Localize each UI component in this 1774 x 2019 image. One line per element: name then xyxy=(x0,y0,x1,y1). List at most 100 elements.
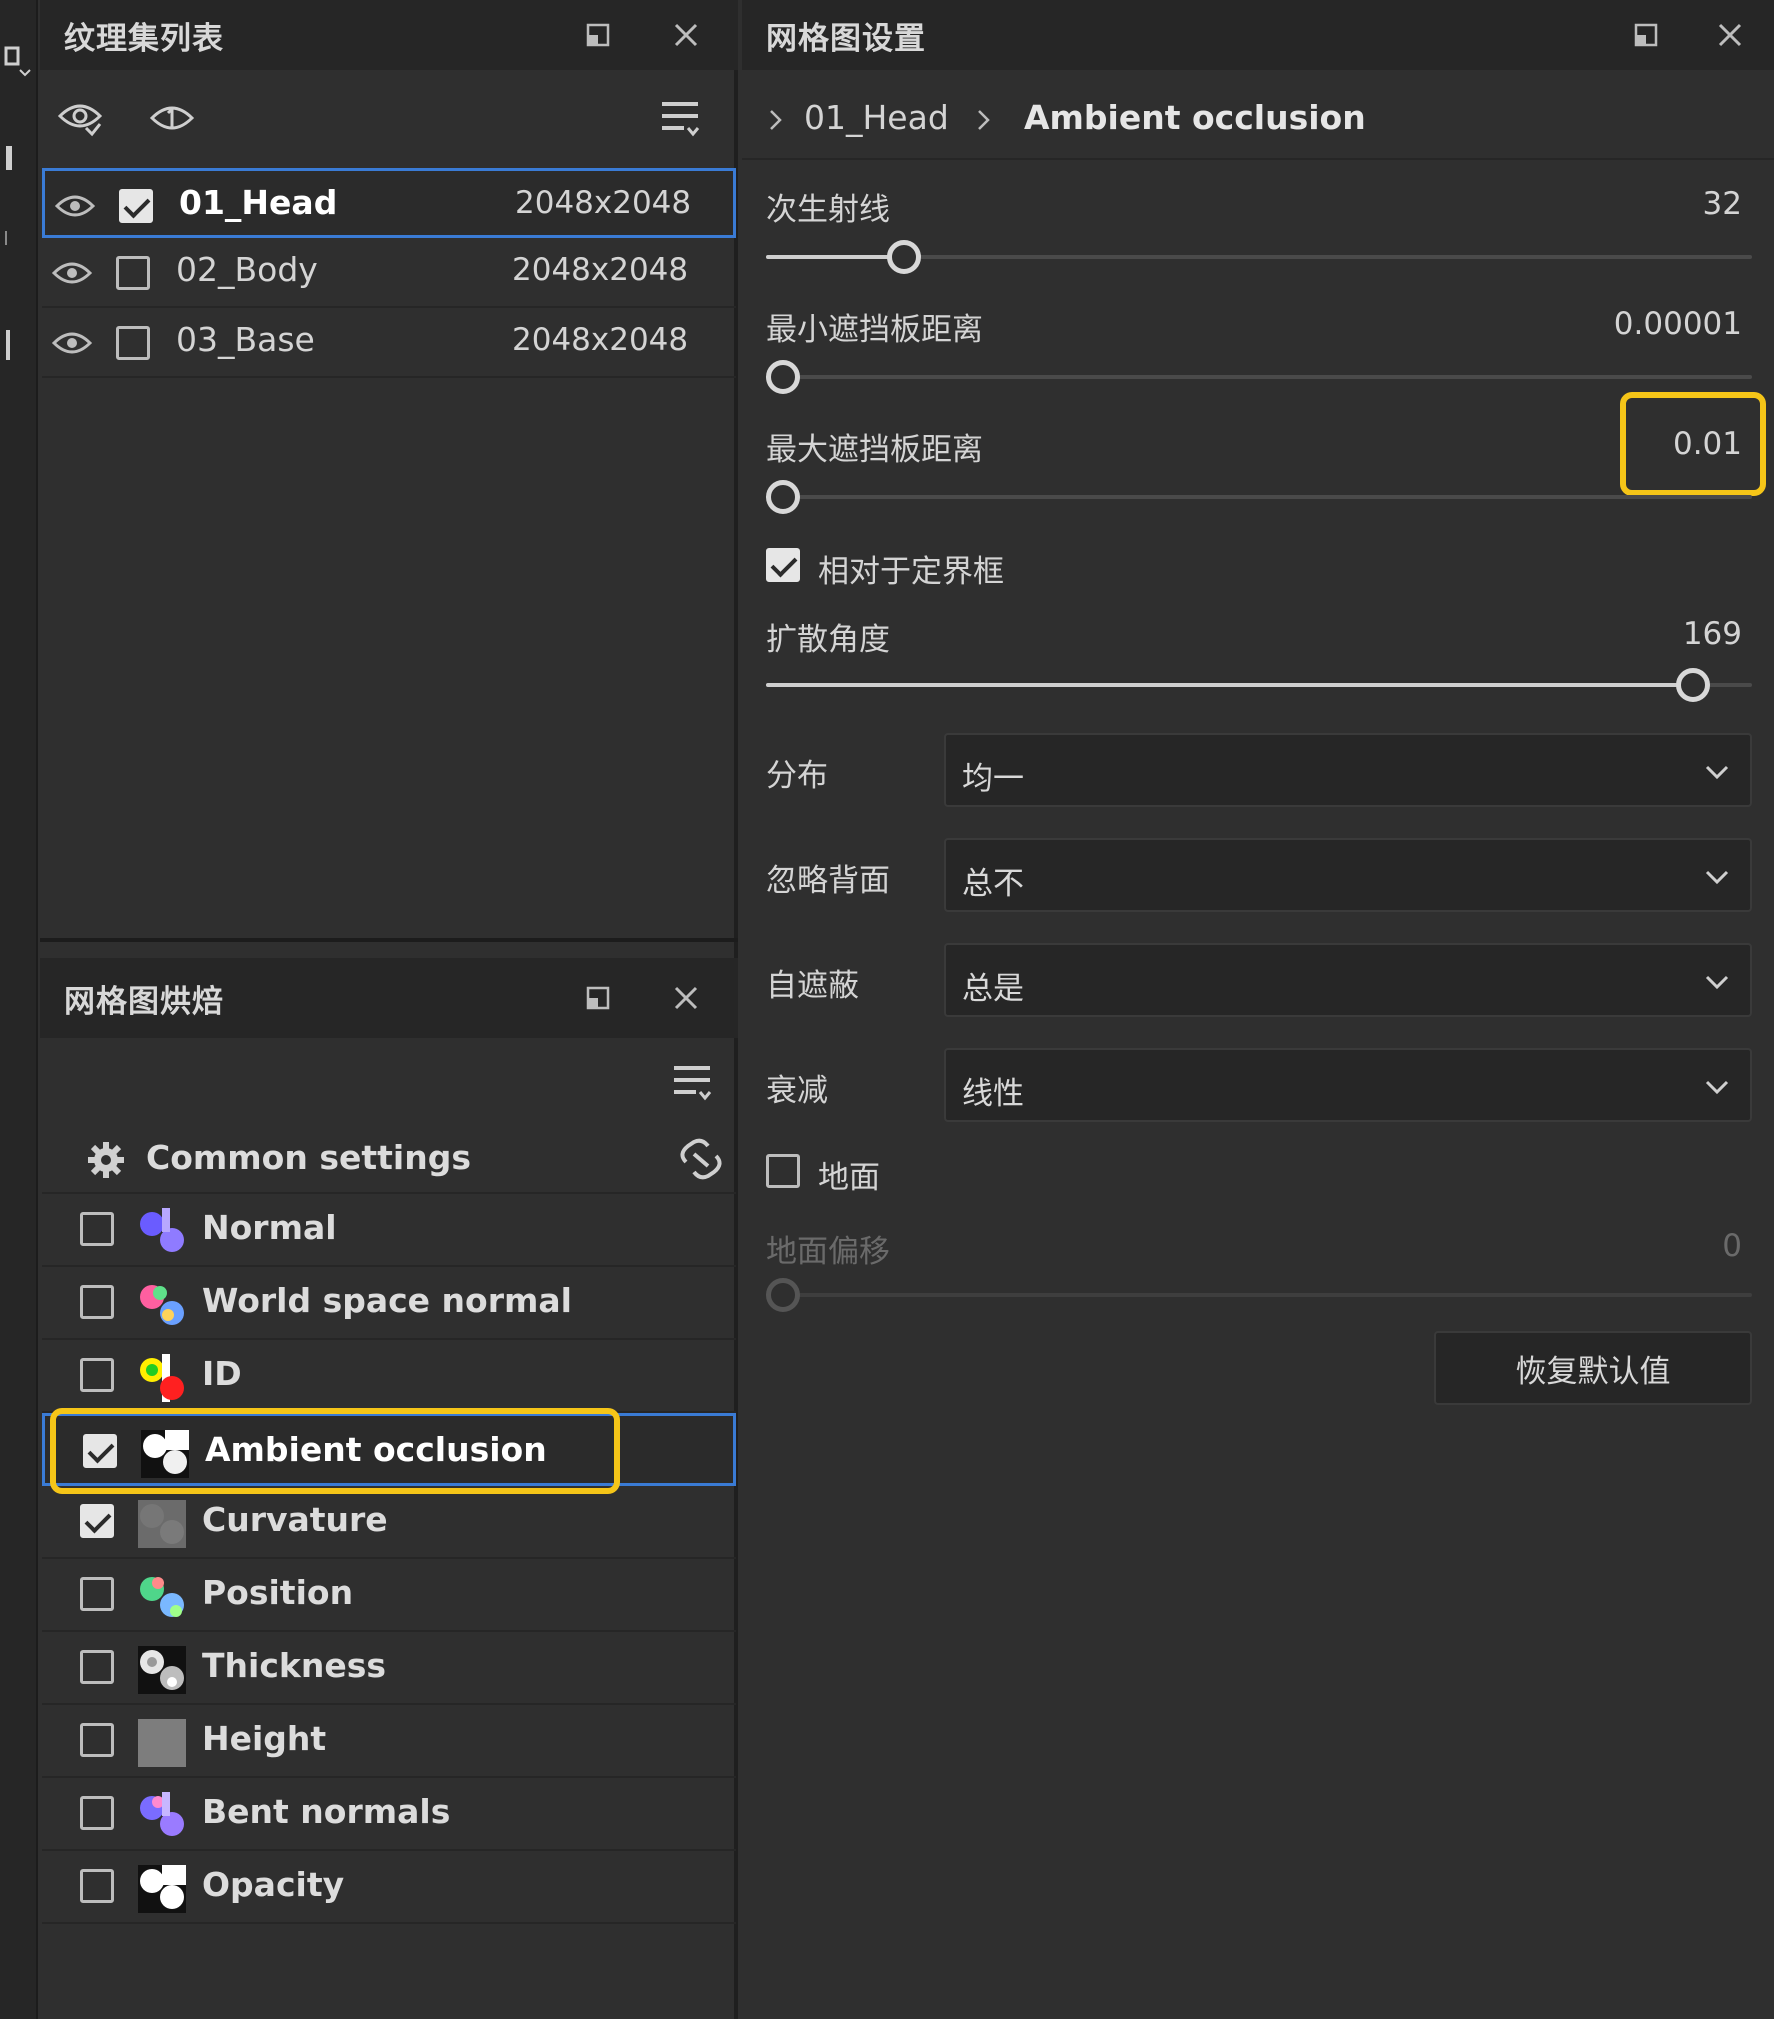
secondary-rays-value[interactable]: 32 xyxy=(1703,186,1742,222)
slider-track xyxy=(766,495,1752,499)
texture-set-checkbox[interactable] xyxy=(116,256,150,290)
chevron-down-icon xyxy=(1702,757,1732,787)
bake-map-list: Normal World space normal ID Ambient occ… xyxy=(42,1194,736,1924)
ground-offset-slider xyxy=(766,1278,1752,1312)
breadcrumb-item[interactable]: 01_Head xyxy=(804,98,949,137)
visibility-toggle-icon[interactable] xyxy=(56,94,106,142)
spread-angle-slider[interactable] xyxy=(766,668,1752,702)
bake-map-checkbox[interactable] xyxy=(80,1504,114,1538)
min-occluder-label: 最小遮挡板距离 xyxy=(766,312,983,348)
self-occlusion-label: 自遮蔽 xyxy=(766,968,859,1004)
slider-handle[interactable] xyxy=(887,240,922,274)
self-occlusion-value: 总是 xyxy=(962,971,1024,1007)
curvature-icon xyxy=(138,1500,186,1548)
texture-set-row[interactable]: 02_Body 2048x2048 xyxy=(42,238,736,308)
common-settings-row[interactable]: Common settings xyxy=(42,1124,736,1194)
texture-set-resolution: 2048x2048 xyxy=(512,322,689,358)
solo-icon[interactable] xyxy=(148,94,198,142)
breadcrumb-item[interactable]: Ambient occlusion xyxy=(1024,98,1366,137)
ignore-backface-dropdown[interactable]: 总不 xyxy=(944,838,1752,912)
tool-icon[interactable] xyxy=(4,328,32,362)
texture-set-name: 01_Head xyxy=(179,183,338,222)
list-menu-icon[interactable] xyxy=(668,1058,716,1106)
slider-handle[interactable] xyxy=(766,360,800,394)
tool-icon[interactable] xyxy=(4,140,32,176)
bake-map-row[interactable]: Thickness xyxy=(42,1632,736,1705)
bake-map-label: Thickness xyxy=(202,1646,386,1685)
list-menu-icon[interactable] xyxy=(656,94,706,142)
texture-set-row[interactable]: 01_Head 2048x2048 xyxy=(42,168,736,238)
bake-map-row[interactable]: Opacity xyxy=(42,1851,736,1924)
chevron-right-icon xyxy=(766,104,786,134)
highlight-box xyxy=(50,1408,620,1494)
ground-offset-label: 地面偏移 xyxy=(766,1234,890,1270)
max-occluder-slider[interactable] xyxy=(766,480,1752,514)
bake-map-row[interactable]: Normal xyxy=(42,1194,736,1267)
ground-label: 地面 xyxy=(818,1160,880,1196)
texture-set-row[interactable]: 03_Base 2048x2048 xyxy=(42,308,736,378)
common-settings-label: Common settings xyxy=(146,1138,471,1177)
reset-defaults-button[interactable]: 恢复默认值 xyxy=(1434,1331,1752,1405)
slider-handle[interactable] xyxy=(1675,668,1710,702)
eye-icon[interactable] xyxy=(54,188,96,224)
bake-map-checkbox[interactable] xyxy=(80,1358,114,1392)
left-tool-strip xyxy=(0,0,38,2019)
settings-title: 网格图设置 xyxy=(766,20,926,57)
bake-map-row[interactable]: Position xyxy=(42,1559,736,1632)
relative-to-bbox-label: 相对于定界框 xyxy=(818,554,1004,590)
bake-map-row[interactable]: ID xyxy=(42,1340,736,1413)
bake-map-checkbox[interactable] xyxy=(80,1212,114,1246)
world-space-normal-icon xyxy=(138,1281,186,1329)
undock-icon[interactable] xyxy=(1628,17,1664,53)
slider-track xyxy=(766,375,1752,379)
bake-map-label: Normal xyxy=(202,1208,337,1247)
close-icon[interactable] xyxy=(668,980,704,1016)
min-occluder-slider[interactable] xyxy=(766,360,1752,394)
texture-set-checkbox[interactable] xyxy=(119,189,153,223)
slider-fill xyxy=(766,255,905,259)
texture-set-resolution: 2048x2048 xyxy=(515,185,692,221)
position-icon xyxy=(138,1573,186,1621)
self-occlusion-dropdown[interactable]: 总是 xyxy=(944,943,1752,1017)
attenuation-value: 线性 xyxy=(962,1076,1024,1112)
undock-icon[interactable] xyxy=(580,17,616,53)
chevron-down-icon xyxy=(1702,967,1732,997)
spread-angle-value[interactable]: 169 xyxy=(1683,616,1742,652)
texture-set-checkbox[interactable] xyxy=(116,326,150,360)
bent-normals-icon xyxy=(138,1792,186,1840)
undock-icon[interactable] xyxy=(580,980,616,1016)
slider-track xyxy=(766,1293,1752,1297)
ignore-backface-value: 总不 xyxy=(962,866,1024,902)
chevron-down-icon xyxy=(1702,1072,1732,1102)
bake-map-row[interactable]: Bent normals xyxy=(42,1778,736,1851)
bake-map-checkbox[interactable] xyxy=(80,1723,114,1757)
bake-map-checkbox[interactable] xyxy=(80,1869,114,1903)
attenuation-dropdown[interactable]: 线性 xyxy=(944,1048,1752,1122)
secondary-rays-label: 次生射线 xyxy=(766,192,890,228)
height-icon xyxy=(138,1719,186,1767)
slider-handle[interactable] xyxy=(766,480,800,514)
min-occluder-value[interactable]: 0.00001 xyxy=(1614,306,1742,342)
relative-to-bbox-checkbox[interactable] xyxy=(766,548,800,582)
bake-map-checkbox[interactable] xyxy=(80,1577,114,1611)
close-icon[interactable] xyxy=(668,17,704,53)
close-icon[interactable] xyxy=(1712,17,1748,53)
bake-map-row[interactable]: Height xyxy=(42,1705,736,1778)
app-root: 纹理集列表 01_Head 2048x2048 02_Body 2048x204… xyxy=(0,0,1774,2019)
secondary-rays-slider[interactable] xyxy=(766,240,1752,274)
attenuation-label: 衰减 xyxy=(766,1073,828,1109)
bake-map-checkbox[interactable] xyxy=(80,1796,114,1830)
bake-map-row[interactable]: World space normal xyxy=(42,1267,736,1340)
eye-icon[interactable] xyxy=(51,325,93,361)
panel-divider[interactable] xyxy=(40,938,738,942)
distribution-dropdown[interactable]: 均一 xyxy=(944,733,1752,807)
bake-map-checkbox[interactable] xyxy=(80,1650,114,1684)
link-icon[interactable] xyxy=(676,1136,726,1182)
bake-map-checkbox[interactable] xyxy=(80,1285,114,1319)
tool-icon[interactable] xyxy=(4,44,32,80)
ground-checkbox[interactable] xyxy=(766,1154,800,1188)
eye-icon[interactable] xyxy=(51,255,93,291)
texture-set-header: 纹理集列表 xyxy=(40,0,738,70)
tool-icon[interactable] xyxy=(4,228,32,246)
bake-map-row[interactable]: Curvature xyxy=(42,1486,736,1559)
